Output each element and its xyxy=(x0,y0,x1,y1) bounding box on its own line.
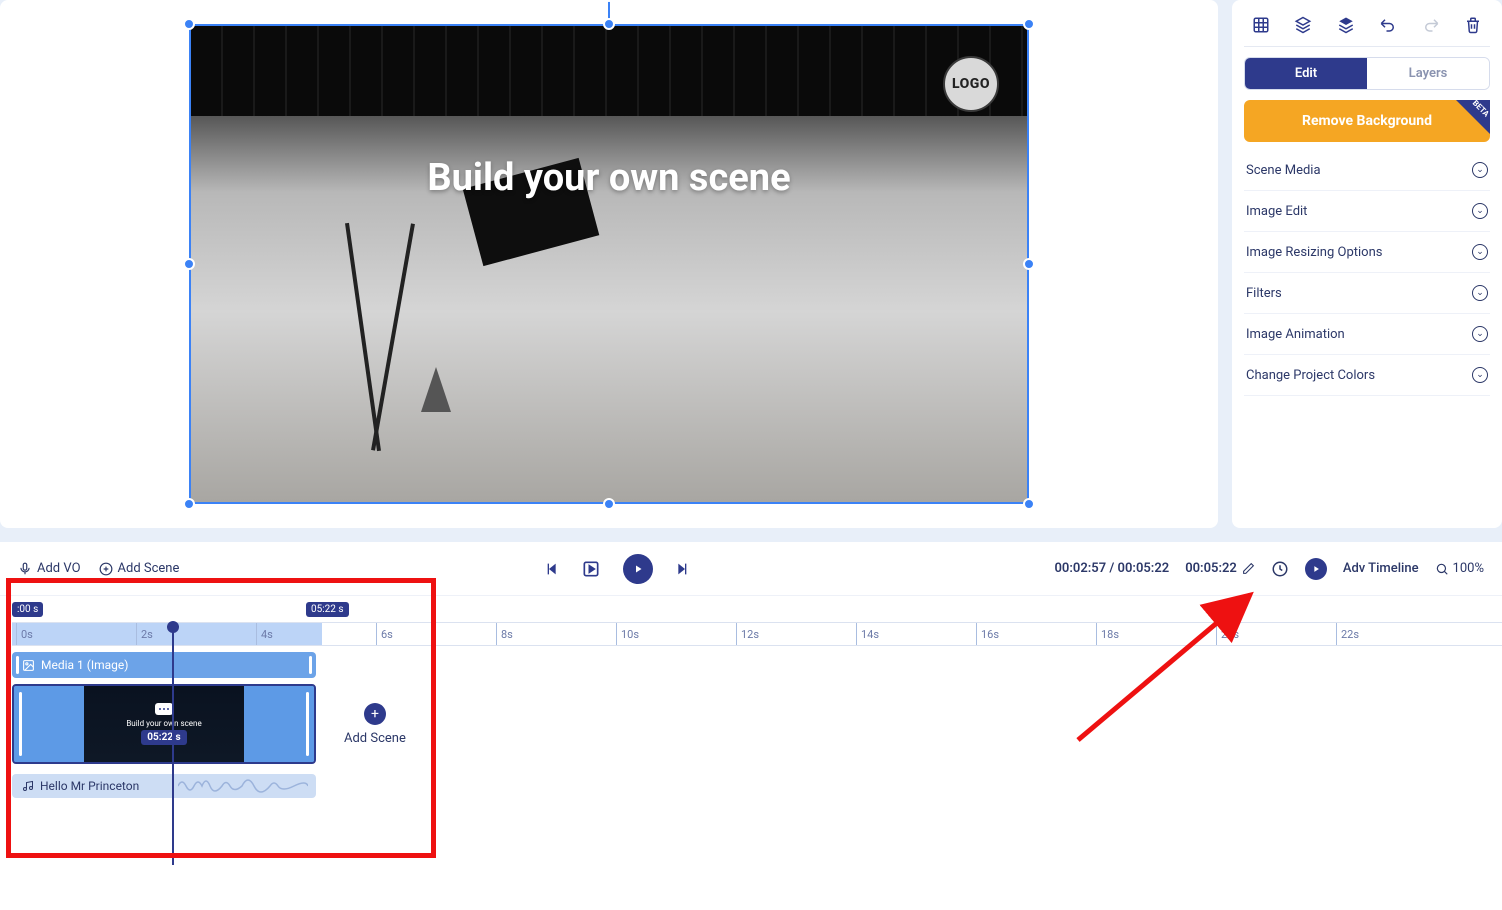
add-scene-top-button[interactable]: Add Scene xyxy=(99,561,180,576)
chevron-down-icon: ⌄ xyxy=(1472,244,1488,260)
chevron-down-icon: ⌄ xyxy=(1472,203,1488,219)
layers-back-icon[interactable] xyxy=(1292,14,1314,36)
music-icon xyxy=(22,780,34,792)
trash-icon[interactable] xyxy=(1462,14,1484,36)
zoom-control[interactable]: 100% xyxy=(1435,561,1484,576)
chevron-down-icon: ⌄ xyxy=(1472,326,1488,342)
plus-icon: + xyxy=(364,703,386,725)
clip-grip-right[interactable] xyxy=(306,692,309,756)
scene-image[interactable]: Build your own scene LOGO xyxy=(189,24,1029,504)
clip-grip-right[interactable] xyxy=(309,656,312,674)
playhead[interactable] xyxy=(172,623,174,865)
pencil-icon[interactable] xyxy=(1242,562,1255,575)
audio-track-label: Hello Mr Princeton xyxy=(40,779,139,793)
time-progress: 00:02:57 / 00:05:22 xyxy=(1055,561,1170,576)
clip-grip-left[interactable] xyxy=(19,692,22,756)
tab-edit[interactable]: Edit xyxy=(1245,58,1367,89)
resize-handle-bm[interactable] xyxy=(603,498,615,510)
scene-clip-duration: 05:22 s xyxy=(141,730,186,745)
canvas-panel: Build your own scene LOGO xyxy=(0,0,1218,528)
resize-handle-bl[interactable] xyxy=(183,498,195,510)
skip-back-icon[interactable] xyxy=(543,561,559,577)
time-badge-end: 05:22 s xyxy=(306,602,349,617)
rotate-handle[interactable] xyxy=(603,0,615,2)
clip-menu-icon[interactable] xyxy=(155,703,173,715)
scene-clip-title: Build your own scene xyxy=(126,719,201,728)
timeline-ruler[interactable]: 0s 2s 4s 6s 8s 10s 12s 14s 16s 18s 20s 2… xyxy=(12,622,1502,646)
audio-play-icon[interactable] xyxy=(1305,558,1327,580)
waveform-icon xyxy=(178,774,308,798)
scene-selection[interactable]: Build your own scene LOGO xyxy=(189,24,1029,504)
accordion-filters[interactable]: Filters⌄ xyxy=(1244,273,1490,314)
play-preview-icon[interactable] xyxy=(581,559,601,579)
search-icon xyxy=(1435,562,1449,576)
resize-handle-tm[interactable] xyxy=(603,18,615,30)
remove-bg-label: Remove Background xyxy=(1302,113,1432,129)
scene-clip[interactable]: Build your own scene 05:22 s xyxy=(12,684,316,764)
resize-handle-ml[interactable] xyxy=(183,258,195,270)
media-track-label: Media 1 (Image) xyxy=(41,658,128,672)
audio-track[interactable]: Hello Mr Princeton xyxy=(12,774,316,798)
accordion-image-edit[interactable]: Image Edit⌄ xyxy=(1244,191,1490,232)
image-icon xyxy=(22,659,35,672)
adv-timeline-button[interactable]: Adv Timeline xyxy=(1343,561,1419,576)
play-button[interactable] xyxy=(623,554,653,584)
add-vo-button[interactable]: Add VO xyxy=(18,561,81,576)
scene-overlay-text[interactable]: Build your own scene xyxy=(427,156,790,200)
accordion-image-resizing[interactable]: Image Resizing Options⌄ xyxy=(1244,232,1490,273)
grid-icon[interactable] xyxy=(1250,14,1272,36)
timeline-panel: Add VO Add Scene 00:02:57 / 00:05:22 00:… xyxy=(0,542,1502,910)
logo-badge[interactable]: LOGO xyxy=(943,56,999,112)
accordion-scene-media[interactable]: Scene Media⌄ xyxy=(1244,150,1490,191)
add-scene-button[interactable]: + Add Scene xyxy=(344,703,406,746)
resize-handle-mr[interactable] xyxy=(1023,258,1035,270)
undo-icon[interactable] xyxy=(1377,14,1399,36)
time-badge-start: :00 s xyxy=(12,602,43,617)
skip-forward-icon[interactable] xyxy=(675,561,691,577)
media-track[interactable]: Media 1 (Image) xyxy=(12,652,316,678)
chevron-down-icon: ⌄ xyxy=(1472,162,1488,178)
mic-icon xyxy=(18,562,32,576)
properties-panel: Edit Layers Remove Background BETA Scene… xyxy=(1232,0,1502,528)
tab-layers[interactable]: Layers xyxy=(1367,58,1489,89)
history-icon[interactable] xyxy=(1271,560,1289,578)
chevron-down-icon: ⌄ xyxy=(1472,367,1488,383)
time-total: 00:05:22 xyxy=(1185,561,1237,576)
layers-front-icon[interactable] xyxy=(1335,14,1357,36)
clip-grip-left[interactable] xyxy=(16,656,19,674)
chevron-down-icon: ⌄ xyxy=(1472,285,1488,301)
resize-handle-tr[interactable] xyxy=(1023,18,1035,30)
resize-handle-br[interactable] xyxy=(1023,498,1035,510)
accordion-image-animation[interactable]: Image Animation⌄ xyxy=(1244,314,1490,355)
resize-handle-tl[interactable] xyxy=(183,18,195,30)
remove-background-button[interactable]: Remove Background BETA xyxy=(1244,100,1490,142)
redo-icon[interactable] xyxy=(1420,14,1442,36)
panel-tabs: Edit Layers xyxy=(1244,57,1490,90)
accordion-project-colors[interactable]: Change Project Colors⌄ xyxy=(1244,355,1490,396)
plus-circle-icon xyxy=(99,562,113,576)
